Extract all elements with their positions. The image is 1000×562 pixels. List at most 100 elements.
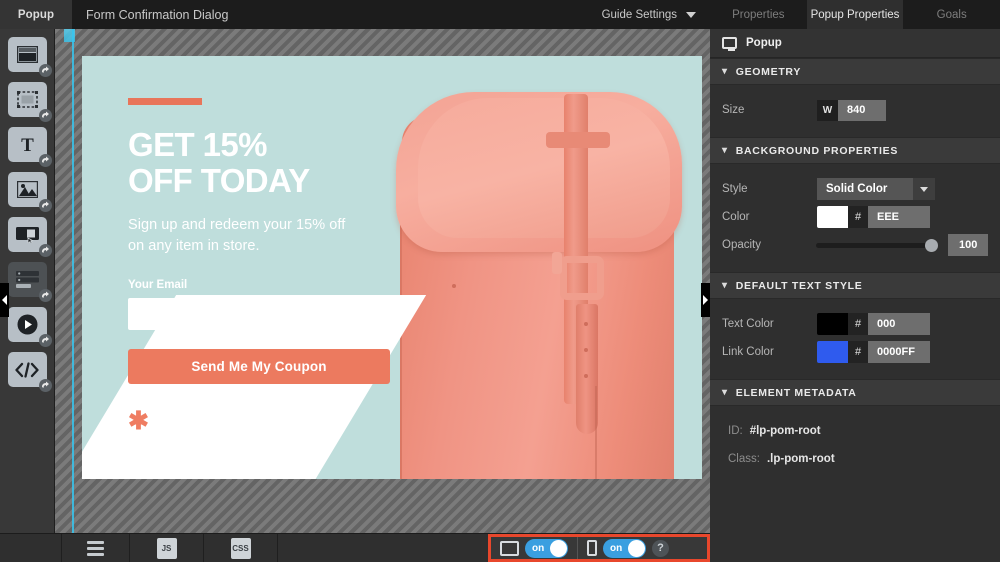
play-circle-icon: [17, 314, 37, 335]
svg-text:T: T: [21, 135, 34, 154]
desktop-visibility-group[interactable]: on: [491, 537, 577, 559]
text-color-hex-input[interactable]: 000: [868, 313, 930, 335]
bottom-spacer: [0, 533, 62, 562]
backpack-buckle: [560, 256, 604, 300]
tab-properties[interactable]: Properties: [710, 0, 807, 29]
chevron-down-icon[interactable]: [913, 178, 935, 200]
slider-knob[interactable]: [925, 238, 939, 252]
collapse-left-panel-button[interactable]: [0, 283, 9, 317]
button-tool[interactable]: [7, 217, 52, 257]
link-color-label: Link Color: [722, 346, 774, 358]
metadata-class-key: Class:: [728, 453, 760, 465]
color-row: Color # EEE: [722, 203, 988, 231]
opacity-slider[interactable]: [816, 234, 939, 256]
section-header-default-text-style[interactable]: ▾ DEFAULT TEXT STYLE: [710, 272, 1000, 299]
popup-subhead: Sign up and redeem your 15% off on any i…: [128, 217, 346, 254]
left-toolbar: T: [0, 29, 55, 533]
mobile-visibility-group[interactable]: on ?: [578, 537, 678, 559]
tab-popup-properties[interactable]: Popup Properties: [806, 0, 904, 29]
brand-name: popoci: [156, 409, 224, 432]
desktop-toggle-label: on: [532, 542, 545, 554]
video-tool[interactable]: [7, 307, 52, 347]
background-hex-input[interactable]: EEE: [868, 206, 930, 228]
text-color-swatch[interactable]: [817, 313, 848, 335]
code-tool[interactable]: [7, 352, 52, 392]
tool-expand-arrow-icon[interactable]: [38, 64, 52, 77]
js-editor-button[interactable]: JS: [130, 533, 204, 562]
tab-popup[interactable]: Popup: [0, 0, 72, 29]
tool-expand-arrow-icon[interactable]: [38, 244, 52, 257]
tool-expand-arrow-icon[interactable]: [38, 154, 52, 167]
link-color-row: Link Color # 0000FF: [722, 338, 988, 366]
chevron-down-icon: [686, 11, 696, 18]
chevron-down-icon: ▾: [722, 145, 728, 156]
chevron-down-icon: ▾: [722, 280, 728, 291]
backpack-hole: [584, 348, 588, 352]
opacity-value[interactable]: 100: [948, 234, 988, 256]
guide-settings-button[interactable]: Guide Settings: [602, 0, 710, 29]
link-color-hex-input[interactable]: 0000FF: [868, 341, 930, 363]
width-field[interactable]: W 840: [817, 99, 886, 121]
section-body-background: Style Solid Color Color # EEE Opacity 10…: [710, 164, 1000, 272]
text-color-label: Text Color: [722, 318, 774, 330]
section-title: BACKGROUND PROPERTIES: [735, 144, 899, 157]
design-canvas[interactable]: GET 15% OFF TODAY Sign up and redeem you…: [55, 29, 710, 533]
tool-expand-arrow-icon[interactable]: [38, 199, 52, 212]
section-header-background[interactable]: ▾ BACKGROUND PROPERTIES: [710, 137, 1000, 164]
email-field-label: Your Email: [128, 279, 188, 291]
image-tool[interactable]: [7, 172, 52, 212]
style-select-value: Solid Color: [826, 183, 888, 195]
chevron-down-icon: ▾: [722, 66, 728, 77]
js-icon: JS: [156, 537, 177, 559]
text-tool[interactable]: T: [7, 127, 52, 167]
top-bar: Popup Form Confirmation Dialog Guide Set…: [0, 0, 710, 29]
section-tool[interactable]: [7, 82, 52, 122]
link-color-swatch[interactable]: [817, 341, 848, 363]
help-button[interactable]: ?: [652, 539, 669, 557]
dashed-box-icon: [16, 91, 38, 108]
css-editor-button[interactable]: CSS: [204, 533, 278, 562]
slider-track: [816, 242, 939, 248]
style-select[interactable]: Solid Color: [817, 178, 935, 200]
mobile-toggle[interactable]: on: [603, 538, 646, 558]
backpack-seam: [595, 386, 597, 479]
box-tool[interactable]: [7, 37, 52, 77]
text-color-row: Text Color # 000: [722, 310, 988, 338]
backpack-hole: [452, 284, 456, 288]
section-title: GEOMETRY: [735, 65, 802, 78]
backpack-flap-highlight: [418, 98, 670, 238]
form-list-icon: [15, 270, 39, 288]
email-input[interactable]: [128, 298, 390, 330]
tool-expand-arrow-icon[interactable]: [38, 379, 52, 392]
section-body-element-metadata: ID: #lp-pom-root Class: .lp-pom-root: [710, 406, 1000, 486]
style-label: Style: [722, 183, 748, 195]
monitor-icon: [722, 37, 737, 51]
vertical-guide[interactable]: [72, 29, 74, 533]
image-mountain-icon: [16, 181, 38, 198]
menu-button[interactable]: [62, 533, 130, 562]
button-cursor-icon: [15, 227, 39, 243]
text-T-icon: T: [21, 135, 34, 154]
tool-expand-arrow-icon[interactable]: [38, 109, 52, 122]
panel-tabs: Properties Popup Properties Goals: [710, 0, 1000, 29]
tool-expand-arrow-icon[interactable]: [38, 334, 52, 347]
opacity-row: Opacity 100: [722, 231, 988, 259]
send-coupon-button[interactable]: Send Me My Coupon: [128, 349, 390, 384]
popup-card[interactable]: GET 15% OFF TODAY Sign up and redeem you…: [82, 56, 702, 479]
size-label: Size: [722, 104, 745, 116]
section-body-geometry: Size W 840: [710, 85, 1000, 137]
box-icon: [16, 46, 38, 63]
background-color-swatch[interactable]: [817, 206, 848, 228]
color-label: Color: [722, 211, 750, 223]
section-header-element-metadata[interactable]: ▾ ELEMENT METADATA: [710, 379, 1000, 406]
tab-goals[interactable]: Goals: [903, 0, 1000, 29]
collapse-right-panel-button[interactable]: [701, 283, 710, 317]
section-header-geometry[interactable]: ▾ GEOMETRY: [710, 58, 1000, 85]
desktop-toggle[interactable]: on: [525, 538, 568, 558]
width-value[interactable]: 840: [838, 99, 886, 121]
form-tool[interactable]: [7, 262, 52, 302]
tool-expand-arrow-icon[interactable]: [38, 289, 52, 302]
style-row: Style Solid Color: [722, 175, 988, 203]
editor-window: Popup Form Confirmation Dialog Guide Set…: [0, 0, 1000, 562]
backpack-hole: [584, 322, 588, 326]
